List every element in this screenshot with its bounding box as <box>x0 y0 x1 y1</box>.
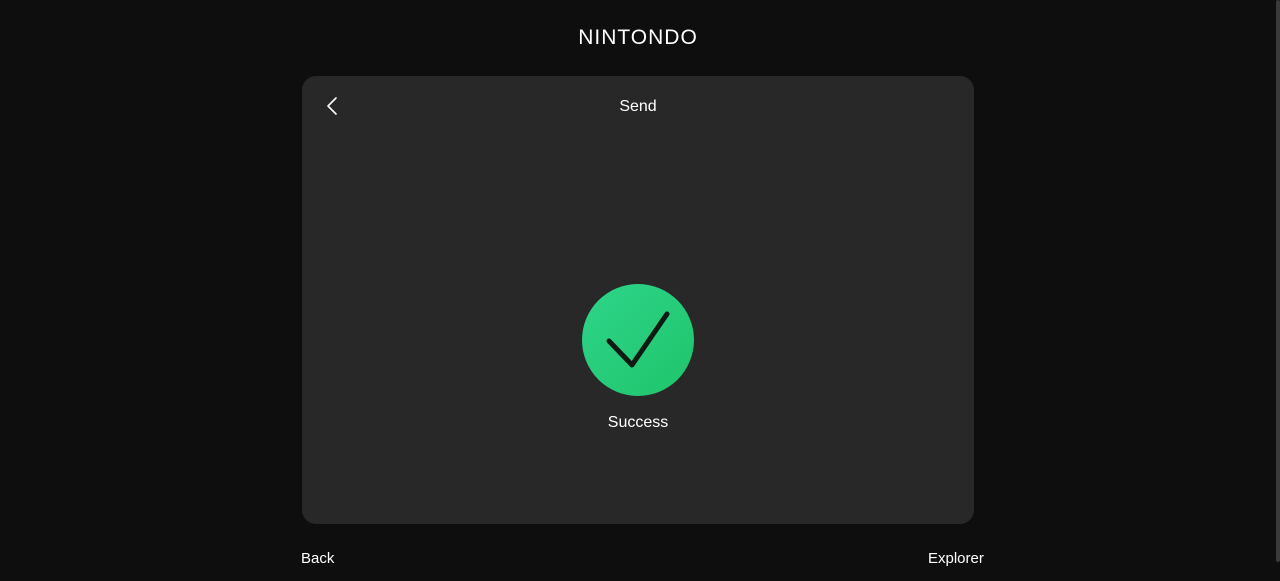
status-label: Success <box>607 414 669 431</box>
brand-title: NINTONDO <box>578 26 698 49</box>
footer-explorer-link[interactable]: Explorer <box>928 549 984 569</box>
send-card: Send Success <box>302 76 974 524</box>
footer-back-link[interactable]: Back <box>301 549 334 569</box>
scrollbar[interactable] <box>1276 0 1280 562</box>
page: NINTONDO Send Success Back Explorer <box>0 0 1280 581</box>
success-indicator <box>582 284 694 396</box>
card-title: Send <box>619 98 657 115</box>
